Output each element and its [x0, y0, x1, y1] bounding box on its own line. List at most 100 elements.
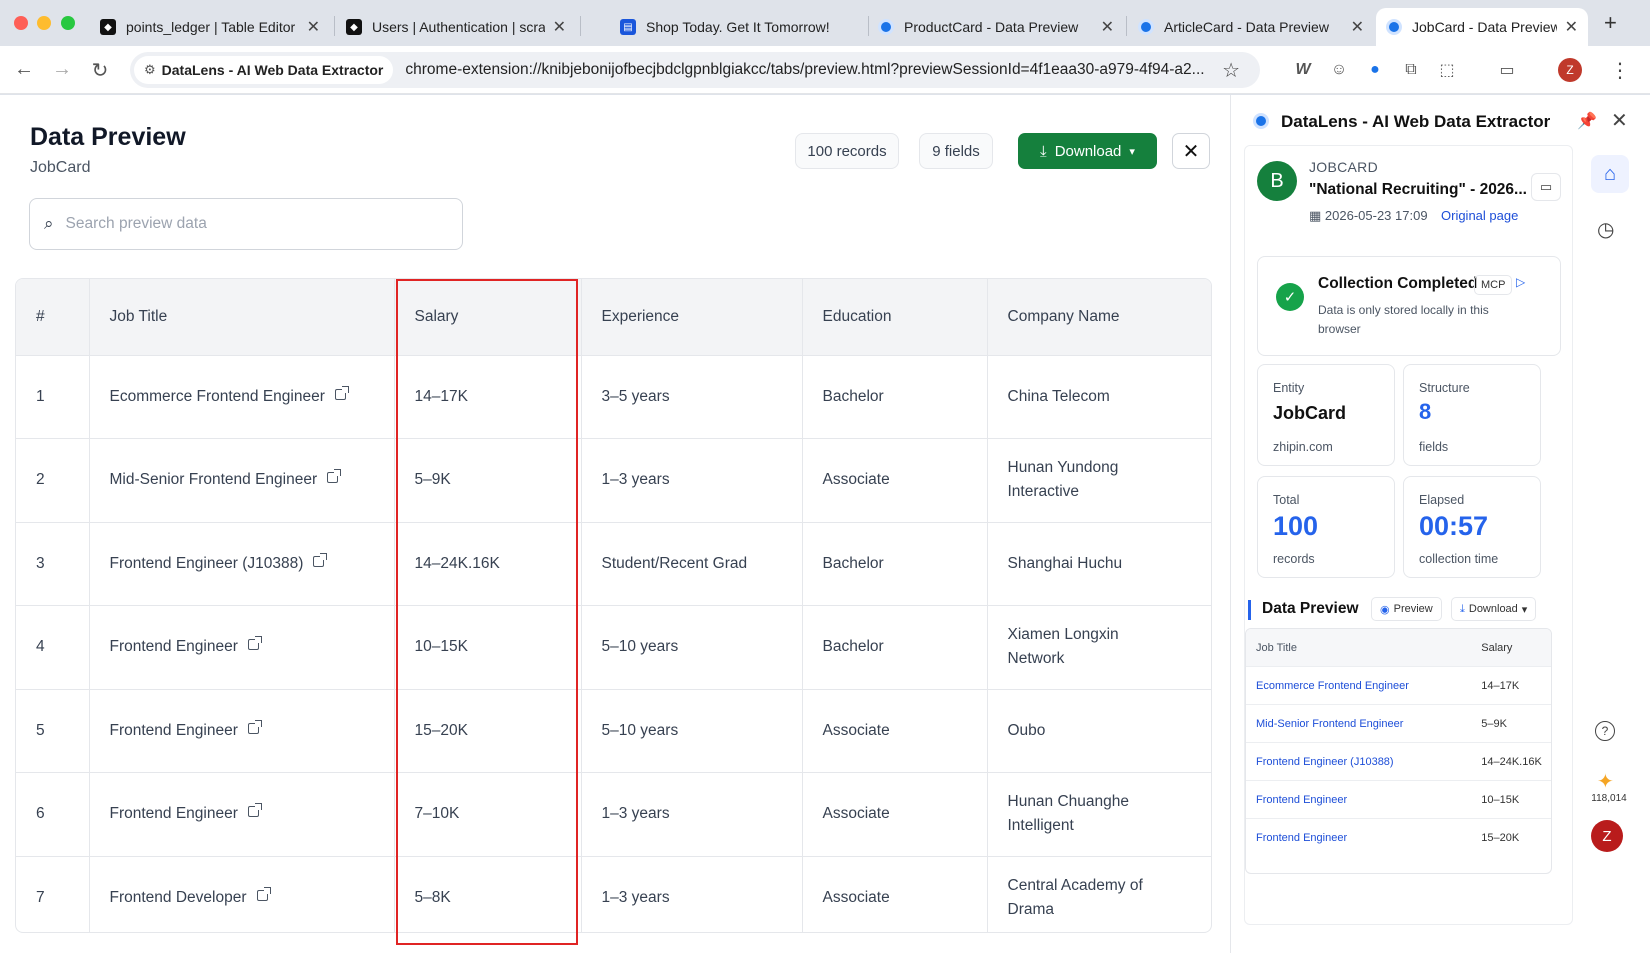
entity-name: "National Recruiting" - 2026...: [1309, 181, 1527, 198]
job-title: Frontend Engineer (J10388): [109, 554, 304, 572]
search-input[interactable]: [65, 215, 426, 233]
sparkle-icon[interactable]: ✦: [1597, 769, 1614, 794]
job-title: Mid-Senior Frontend Engineer: [109, 471, 318, 489]
tab-close-icon[interactable]: ✕: [1351, 17, 1364, 37]
education-cell: Bachelor: [802, 522, 988, 606]
site-chip-label: DataLens - AI Web Data Extractor: [161, 62, 384, 78]
zoom-window-button[interactable]: [61, 16, 75, 30]
row-number: 6: [16, 772, 90, 857]
experience-cell: 5–10 years: [581, 689, 803, 773]
stat-value: 00:57: [1419, 511, 1489, 541]
url-text[interactable]: chrome-extension://knibjebonijofbecjbdcl…: [405, 61, 1260, 79]
stat-label: Structure: [1419, 381, 1470, 395]
site-info-chip[interactable]: ⚙ DataLens - AI Web Data Extractor: [134, 56, 394, 84]
row-number: 5: [16, 689, 90, 773]
browser-tab[interactable]: ◆ Users | Authentication | scrap ✕: [336, 8, 576, 46]
supabase-icon: ◆: [346, 19, 362, 35]
browser-tab[interactable]: ProductCard - Data Preview ✕: [868, 8, 1124, 46]
tab-close-icon[interactable]: ✕: [1565, 17, 1578, 37]
row-number: 1: [16, 355, 90, 439]
tab-separator: [1126, 16, 1127, 36]
mini-job-link[interactable]: Frontend Engineer: [1246, 832, 1481, 844]
profile-avatar[interactable]: Z: [1558, 58, 1582, 82]
external-link-icon[interactable]: [313, 552, 328, 567]
bookmark-star-icon[interactable]: ☆: [1222, 58, 1240, 83]
salary-cell: 10–15K: [394, 605, 582, 690]
close-panel-icon[interactable]: ✕: [1611, 108, 1628, 133]
pin-icon[interactable]: 📌: [1577, 111, 1597, 131]
panel-profile-avatar[interactable]: Z: [1591, 820, 1623, 852]
mini-job-link[interactable]: Mid-Senior Frontend Engineer: [1246, 718, 1481, 730]
address-bar[interactable]: ⚙ DataLens - AI Web Data Extractor chrom…: [130, 52, 1260, 88]
row-number: 7: [16, 856, 90, 932]
table-row: 1 Ecommerce Frontend Engineer 14–17K 3–5…: [16, 355, 1211, 439]
mini-job-link[interactable]: Frontend Engineer: [1246, 794, 1481, 806]
tab-close-icon[interactable]: ✕: [553, 17, 566, 37]
job-title-cell[interactable]: Mid-Senior Frontend Engineer: [89, 438, 395, 523]
play-icon[interactable]: ▷: [1516, 275, 1525, 289]
column-header[interactable]: Salary: [394, 279, 582, 356]
tab-close-icon[interactable]: ✕: [1101, 17, 1114, 37]
browser-tab[interactable]: ArticleCard - Data Preview ✕: [1128, 8, 1374, 46]
mini-job-link[interactable]: Ecommerce Frontend Engineer: [1246, 680, 1481, 692]
panel-download-label: Download: [1468, 603, 1518, 615]
column-header[interactable]: Job Title: [89, 279, 395, 356]
new-tab-button[interactable]: +: [1604, 10, 1617, 36]
external-link-icon[interactable]: [327, 469, 342, 484]
forward-arrow-icon[interactable]: →: [50, 58, 74, 81]
job-title-cell[interactable]: Frontend Engineer (J10388): [89, 522, 395, 606]
help-icon[interactable]: ?: [1595, 721, 1615, 741]
datalens-icon: [1138, 19, 1154, 35]
original-page-link[interactable]: Original page: [1441, 208, 1518, 223]
preview-button[interactable]: ◉ Preview: [1371, 597, 1442, 621]
close-window-button[interactable]: [14, 16, 28, 30]
job-title-cell[interactable]: Ecommerce Frontend Engineer: [89, 355, 395, 439]
datalens-extension-icon[interactable]: ●: [1364, 59, 1386, 81]
education-cell: Associate: [802, 772, 988, 857]
more-menu-icon[interactable]: ⋮: [1610, 58, 1630, 83]
job-title-cell[interactable]: Frontend Engineer: [89, 772, 395, 857]
job-title-cell[interactable]: Frontend Engineer: [89, 605, 395, 690]
job-title-cell[interactable]: Frontend Engineer: [89, 689, 395, 773]
browser-tab[interactable]: ▤ Shop Today. Get It Tomorrow!: [610, 8, 850, 46]
preview-button-label: Preview: [1393, 603, 1433, 615]
external-link-icon[interactable]: [247, 636, 262, 651]
side-panel-icon[interactable]: ▭: [1496, 59, 1518, 81]
chevron-down-icon: ▾: [1129, 145, 1135, 158]
browser-tab[interactable]: ◆ points_ledger | Table Editor | ✕: [90, 8, 330, 46]
close-preview-button[interactable]: ✕: [1172, 133, 1210, 169]
stat-sub: fields: [1419, 440, 1449, 454]
external-link-icon[interactable]: [256, 886, 271, 901]
education-cell: Bachelor: [802, 605, 988, 690]
column-header[interactable]: Education: [802, 279, 988, 356]
search-box[interactable]: ⌕: [29, 198, 463, 250]
comment-icon[interactable]: ▭: [1531, 173, 1561, 201]
tab-title: Users | Authentication | scrap: [372, 19, 545, 35]
structure-stat-card: Structure 8 fields: [1403, 364, 1541, 466]
job-title-cell[interactable]: Frontend Developer: [89, 856, 395, 932]
extension-smile-icon[interactable]: ☺: [1328, 59, 1350, 81]
extension-w-icon[interactable]: W: [1292, 59, 1314, 81]
column-header[interactable]: #: [16, 279, 90, 356]
puzzle-icon[interactable]: ⧉: [1400, 59, 1422, 81]
search-icon: ⌕: [44, 214, 54, 233]
external-link-icon[interactable]: [247, 803, 262, 818]
company-cell: Central Academy of Drama: [987, 856, 1211, 932]
download-button[interactable]: ⤓ Download ▾: [1018, 133, 1157, 169]
tab-close-icon[interactable]: ✕: [307, 17, 320, 37]
external-link-icon[interactable]: [247, 719, 262, 734]
mini-table-row: Frontend Engineer 15–20K: [1246, 819, 1551, 857]
browser-tab-active[interactable]: JobCard - Data Preview ✕: [1376, 8, 1588, 46]
minimize-window-button[interactable]: [37, 16, 51, 30]
extensions-icon[interactable]: ⬚: [1436, 59, 1458, 81]
home-icon[interactable]: ⌂: [1591, 155, 1629, 193]
external-link-icon[interactable]: [334, 385, 349, 400]
history-icon[interactable]: ◷: [1597, 217, 1614, 242]
reload-icon[interactable]: ↻: [88, 58, 112, 83]
back-arrow-icon[interactable]: ←: [12, 58, 36, 81]
column-header[interactable]: Experience: [581, 279, 803, 356]
mcp-badge[interactable]: MCP: [1474, 275, 1513, 295]
panel-download-button[interactable]: ⤓ Download ▾: [1451, 597, 1537, 621]
mini-job-link[interactable]: Frontend Engineer (J10388): [1246, 756, 1481, 768]
column-header[interactable]: Company Name: [987, 279, 1211, 356]
